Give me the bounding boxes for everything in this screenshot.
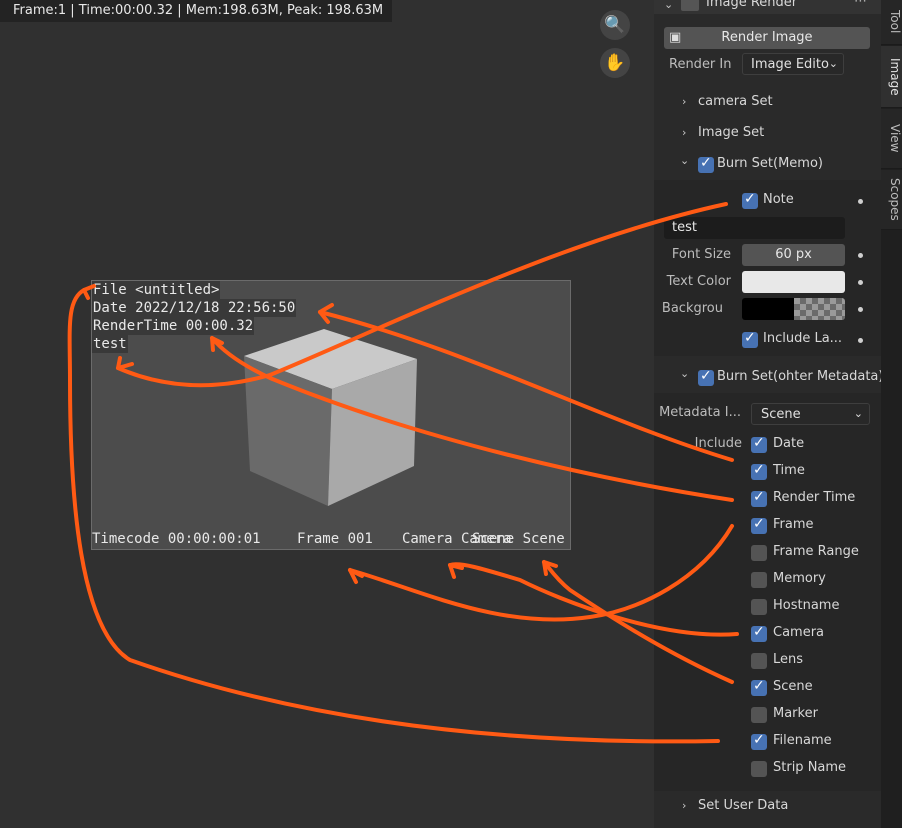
metadata-input-label: Metadata I... (659, 405, 741, 420)
hand-pan-icon[interactable]: ✋ (600, 48, 630, 78)
include-label-marker: Marker (773, 706, 818, 721)
chevron-down-icon: ⌄ (853, 407, 863, 420)
include-checkbox-scene[interactable] (751, 678, 767, 696)
include-checkbox-lens[interactable] (751, 653, 767, 669)
include-checkbox-hostname[interactable] (751, 599, 767, 615)
include-checkbox-marker[interactable] (751, 707, 767, 723)
section-image-set[interactable]: Image Set (698, 125, 764, 140)
note-label: Note (763, 192, 794, 207)
chevron-down-icon[interactable]: ⌄ (664, 0, 673, 11)
burn-note: test (92, 335, 128, 353)
chevron-down-icon[interactable]: ⌄ (680, 154, 689, 167)
include-label-lens: Lens (773, 652, 804, 667)
include-checkbox-filename[interactable] (751, 732, 767, 750)
image-render-icon (681, 0, 699, 11)
chevron-down-icon[interactable]: ⌄ (680, 367, 689, 380)
include-label-scene: Scene (773, 679, 813, 694)
include-label-time: Time (773, 463, 805, 478)
section-camera-set[interactable]: camera Set (698, 94, 773, 109)
render-preview: File <untitled> Date 2022/12/18 22:56:50… (91, 280, 571, 550)
include-label-hostname: Hostname (773, 598, 840, 613)
viewport[interactable]: Frame:1 | Time:00:00.32 | Mem:198.63M, P… (0, 0, 654, 828)
metadata-input-dropdown[interactable]: Scene ⌄ (751, 403, 870, 425)
note-checkbox[interactable] (742, 191, 758, 209)
section-burn-meta: Burn Set(ohter Metadata) (717, 369, 884, 384)
font-size-field[interactable]: 60 px (742, 244, 845, 266)
tab-scopes[interactable]: Scopes (881, 170, 902, 230)
chevron-right-icon[interactable]: › (682, 799, 686, 812)
chevron-right-icon[interactable]: › (682, 95, 686, 108)
render-icon: ▣ (669, 30, 682, 45)
burn-rendertime: RenderTime 00:00.32 (92, 317, 255, 335)
include-label-checkbox[interactable] (742, 330, 758, 348)
panel-title: Image Render (706, 0, 798, 10)
meta-subpanel (654, 393, 881, 791)
dots-icon[interactable]: ⋯ (854, 0, 867, 9)
sidebar-tabs: Tool Image View Scopes (881, 0, 902, 828)
burn-bottom-text: Timecode 00:00:00:01 Frame 001 Camera Ca… (92, 531, 570, 549)
include-checkbox-memory[interactable] (751, 572, 767, 588)
font-size-label: Font Size (671, 247, 731, 262)
text-color-label: Text Color (666, 274, 731, 289)
alpha-checker (794, 298, 845, 320)
tab-tool[interactable]: Tool (881, 0, 902, 45)
burn-timecode: Timecode 00:00:00:01 (92, 531, 261, 547)
render-image-button[interactable]: ▣ Render Image (664, 27, 870, 49)
tab-image[interactable]: Image (881, 46, 902, 108)
include-label-text: Include La... (763, 331, 843, 346)
include-label-frame-range: Frame Range (773, 544, 859, 559)
include-label-memory: Memory (773, 571, 826, 586)
include-checkbox-date[interactable] (751, 435, 767, 453)
include-checkbox-strip-name[interactable] (751, 761, 767, 777)
include-label-render-time: Render Time (773, 490, 856, 505)
render-in-label: Render In (669, 57, 732, 72)
burn-memo-checkbox[interactable] (698, 155, 714, 173)
burn-filename: File <untitled> (92, 281, 221, 299)
burn-frame: Frame 001 (297, 531, 373, 547)
include-label-frame: Frame (773, 517, 814, 532)
background-label: Backgrou (661, 301, 723, 316)
status-bar: Frame:1 | Time:00:00.32 | Mem:198.63M, P… (0, 0, 392, 22)
include-checkbox-render-time[interactable] (751, 489, 767, 507)
tab-view[interactable]: View (881, 109, 902, 169)
include-checkbox-time[interactable] (751, 462, 767, 480)
note-text-input[interactable]: test (664, 217, 845, 239)
burn-meta-checkbox[interactable] (698, 368, 714, 386)
include-checkbox-frame-range[interactable] (751, 545, 767, 561)
burn-top-text: File <untitled> Date 2022/12/18 22:56:50… (92, 281, 297, 353)
include-label-date: Date (773, 436, 805, 451)
section-user-data[interactable]: Set User Data (698, 798, 788, 813)
zoom-icon[interactable]: 🔍 (600, 10, 630, 40)
chevron-down-icon: ⌄ (828, 57, 838, 70)
burn-date: Date 2022/12/18 22:56:50 (92, 299, 297, 317)
burn-scene: Scene Scene (472, 531, 565, 547)
render-in-dropdown[interactable]: Image Edito ⌄ (742, 53, 844, 75)
keyframe-dot[interactable] (858, 253, 863, 258)
keyframe-dot[interactable] (858, 338, 863, 343)
include-label-filename: Filename (773, 733, 832, 748)
include-checkbox-frame[interactable] (751, 516, 767, 534)
section-burn-memo: Burn Set(Memo) (717, 156, 823, 171)
include-label-strip-name: Strip Name (773, 760, 847, 775)
keyframe-dot[interactable] (858, 307, 863, 312)
background-color-swatch[interactable] (742, 298, 845, 320)
keyframe-dot[interactable] (858, 199, 863, 204)
chevron-right-icon[interactable]: › (682, 126, 686, 139)
include-label: Include (694, 436, 742, 451)
sidebar-panel: ⌄ Image Render ⋯ ▣ Render Image Render I… (654, 0, 884, 828)
include-checkbox-camera[interactable] (751, 624, 767, 642)
keyframe-dot[interactable] (858, 280, 863, 285)
include-label-camera: Camera (773, 625, 825, 640)
text-color-swatch[interactable] (742, 271, 845, 293)
